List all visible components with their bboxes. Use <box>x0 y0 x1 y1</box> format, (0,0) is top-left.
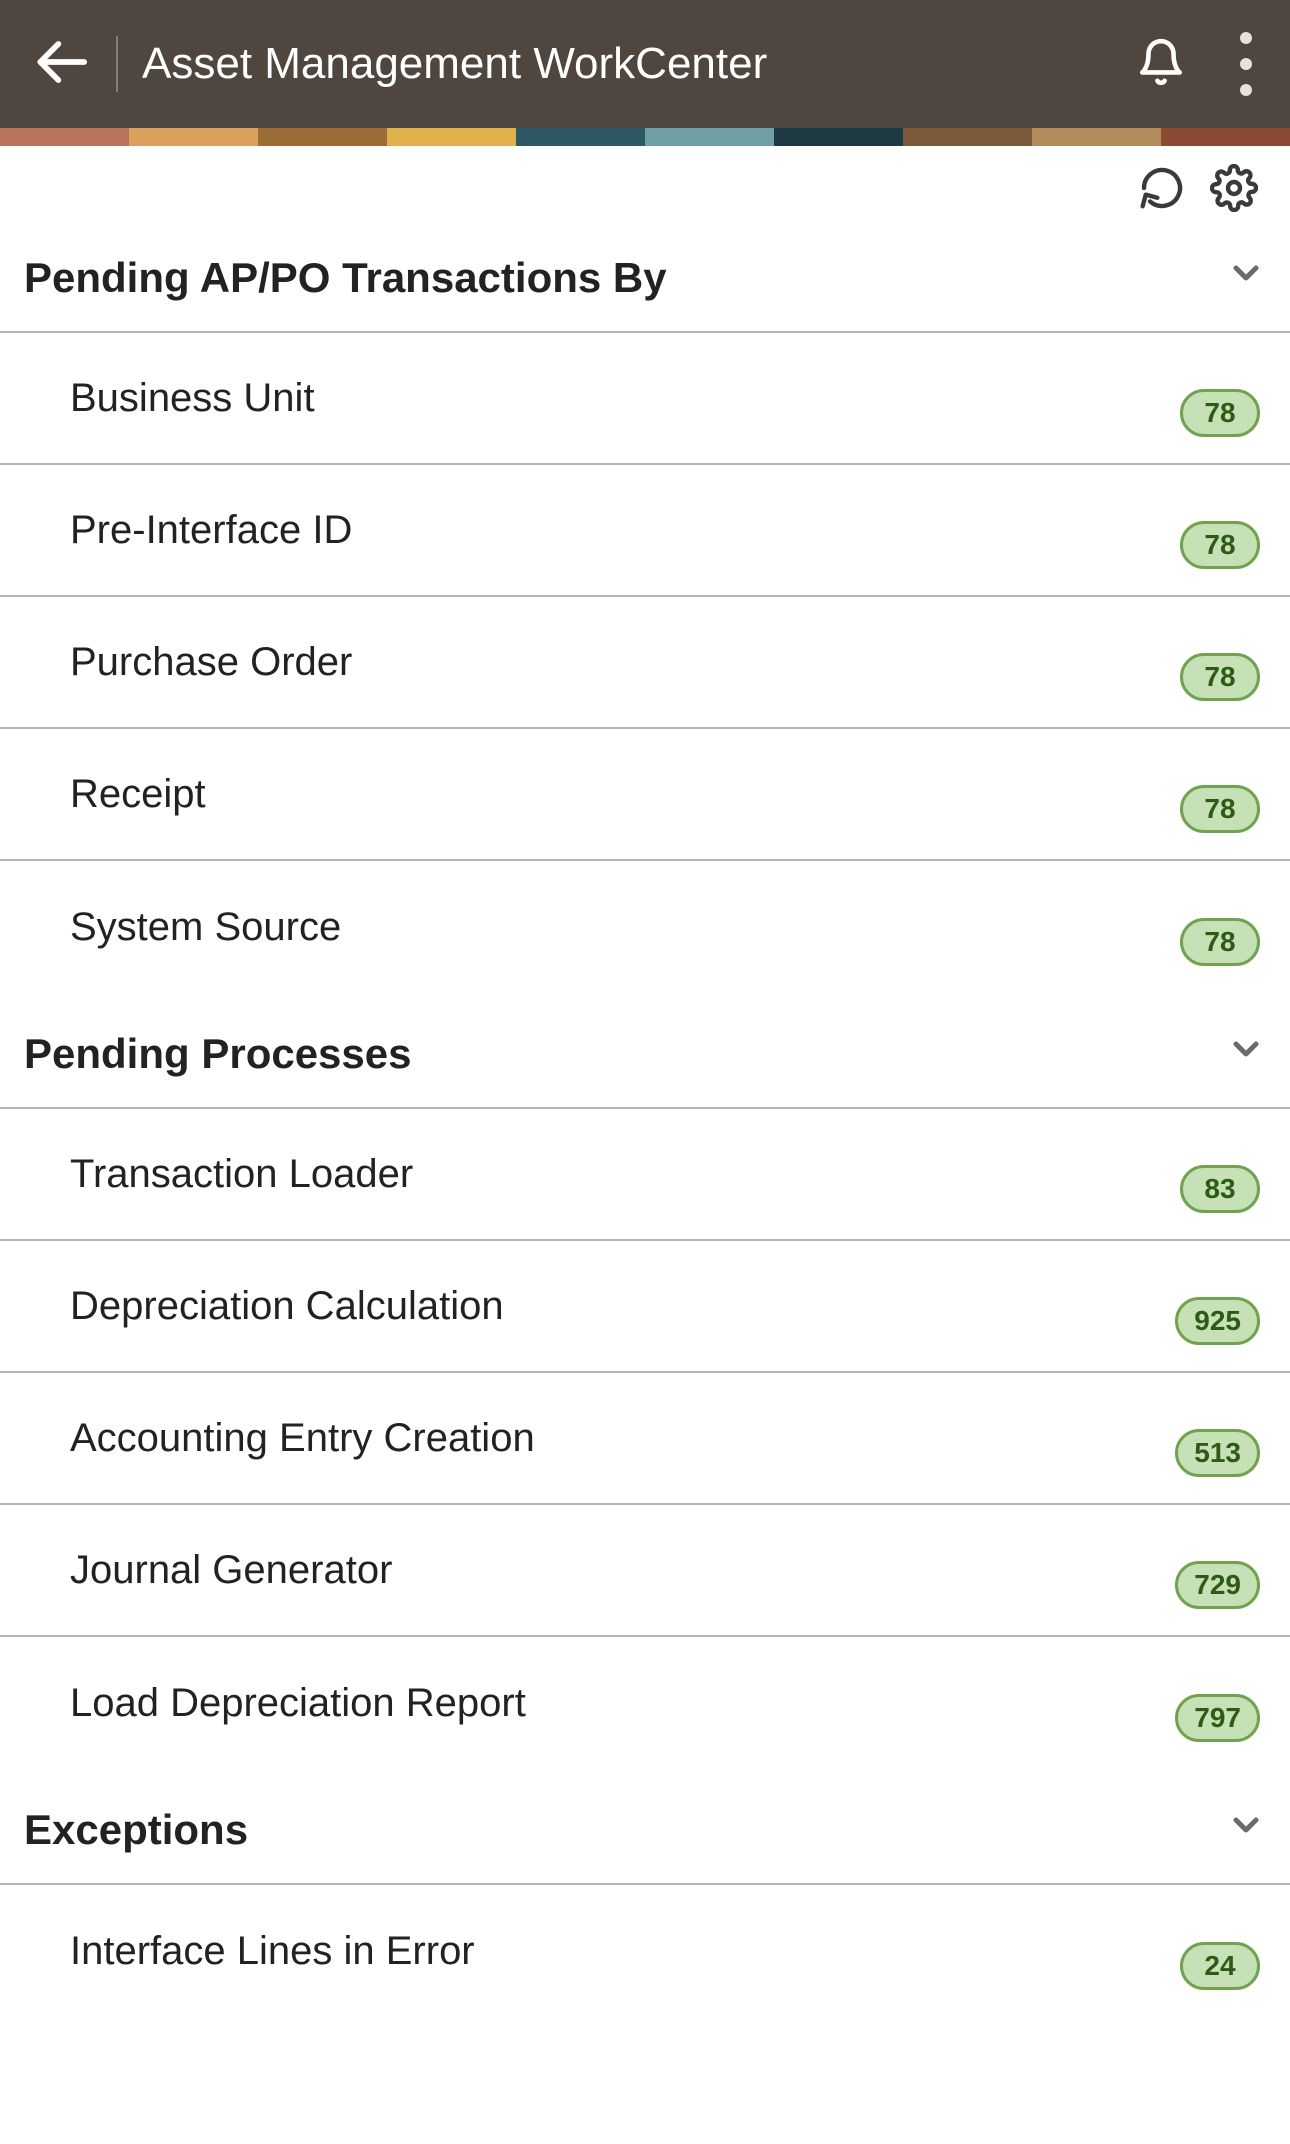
list-pending-appo: Business Unit 78 Pre-Interface ID 78 Pur… <box>0 331 1290 993</box>
row-transaction-loader[interactable]: Transaction Loader 83 <box>0 1109 1290 1241</box>
back-icon[interactable] <box>30 31 92 98</box>
row-label: Accounting Entry Creation <box>70 1416 535 1461</box>
row-label: Transaction Loader <box>70 1152 413 1197</box>
section-title: Exceptions <box>24 1806 248 1854</box>
count-badge: 925 <box>1175 1297 1260 1345</box>
section-header-exceptions[interactable]: Exceptions <box>0 1769 1290 1883</box>
row-label: Business Unit <box>70 376 315 421</box>
app-header: Asset Management WorkCenter <box>0 0 1290 128</box>
row-purchase-order[interactable]: Purchase Order 78 <box>0 597 1290 729</box>
chevron-down-icon <box>1226 1805 1266 1855</box>
count-badge: 83 <box>1180 1165 1260 1213</box>
decorative-banner <box>0 128 1290 146</box>
row-business-unit[interactable]: Business Unit 78 <box>0 333 1290 465</box>
page-toolbar <box>0 146 1290 217</box>
row-label: Depreciation Calculation <box>70 1284 504 1329</box>
count-badge: 78 <box>1180 918 1260 966</box>
row-label: Load Depreciation Report <box>70 1681 526 1726</box>
section-header-pending-processes[interactable]: Pending Processes <box>0 993 1290 1107</box>
section-header-pending-appo[interactable]: Pending AP/PO Transactions By <box>0 217 1290 331</box>
count-badge: 513 <box>1175 1429 1260 1477</box>
row-depreciation-calculation[interactable]: Depreciation Calculation 925 <box>0 1241 1290 1373</box>
row-label: Purchase Order <box>70 640 352 685</box>
header-actions <box>1136 32 1252 96</box>
row-label: Pre-Interface ID <box>70 508 352 553</box>
notifications-icon[interactable] <box>1136 37 1186 92</box>
header-divider <box>116 36 118 92</box>
refresh-icon[interactable] <box>1138 164 1186 217</box>
chevron-down-icon <box>1226 253 1266 303</box>
row-accounting-entry-creation[interactable]: Accounting Entry Creation 513 <box>0 1373 1290 1505</box>
row-system-source[interactable]: System Source 78 <box>0 861 1290 993</box>
count-badge: 78 <box>1180 389 1260 437</box>
list-pending-processes: Transaction Loader 83 Depreciation Calcu… <box>0 1107 1290 1769</box>
row-journal-generator[interactable]: Journal Generator 729 <box>0 1505 1290 1637</box>
overflow-menu-icon[interactable] <box>1240 32 1252 96</box>
row-interface-lines-in-error[interactable]: Interface Lines in Error 24 <box>0 1885 1290 2017</box>
page-title: Asset Management WorkCenter <box>142 39 1136 89</box>
section-title: Pending AP/PO Transactions By <box>24 254 667 302</box>
row-receipt[interactable]: Receipt 78 <box>0 729 1290 861</box>
chevron-down-icon <box>1226 1029 1266 1079</box>
row-load-depreciation-report[interactable]: Load Depreciation Report 797 <box>0 1637 1290 1769</box>
count-badge: 797 <box>1175 1694 1260 1742</box>
row-label: Interface Lines in Error <box>70 1929 475 1974</box>
settings-gear-icon[interactable] <box>1210 164 1258 217</box>
count-badge: 78 <box>1180 521 1260 569</box>
list-exceptions: Interface Lines in Error 24 <box>0 1883 1290 2017</box>
row-label: System Source <box>70 905 341 950</box>
count-badge: 24 <box>1180 1942 1260 1990</box>
count-badge: 729 <box>1175 1561 1260 1609</box>
row-label: Receipt <box>70 772 206 817</box>
row-pre-interface-id[interactable]: Pre-Interface ID 78 <box>0 465 1290 597</box>
count-badge: 78 <box>1180 785 1260 833</box>
row-label: Journal Generator <box>70 1548 392 1593</box>
section-title: Pending Processes <box>24 1030 412 1078</box>
count-badge: 78 <box>1180 653 1260 701</box>
